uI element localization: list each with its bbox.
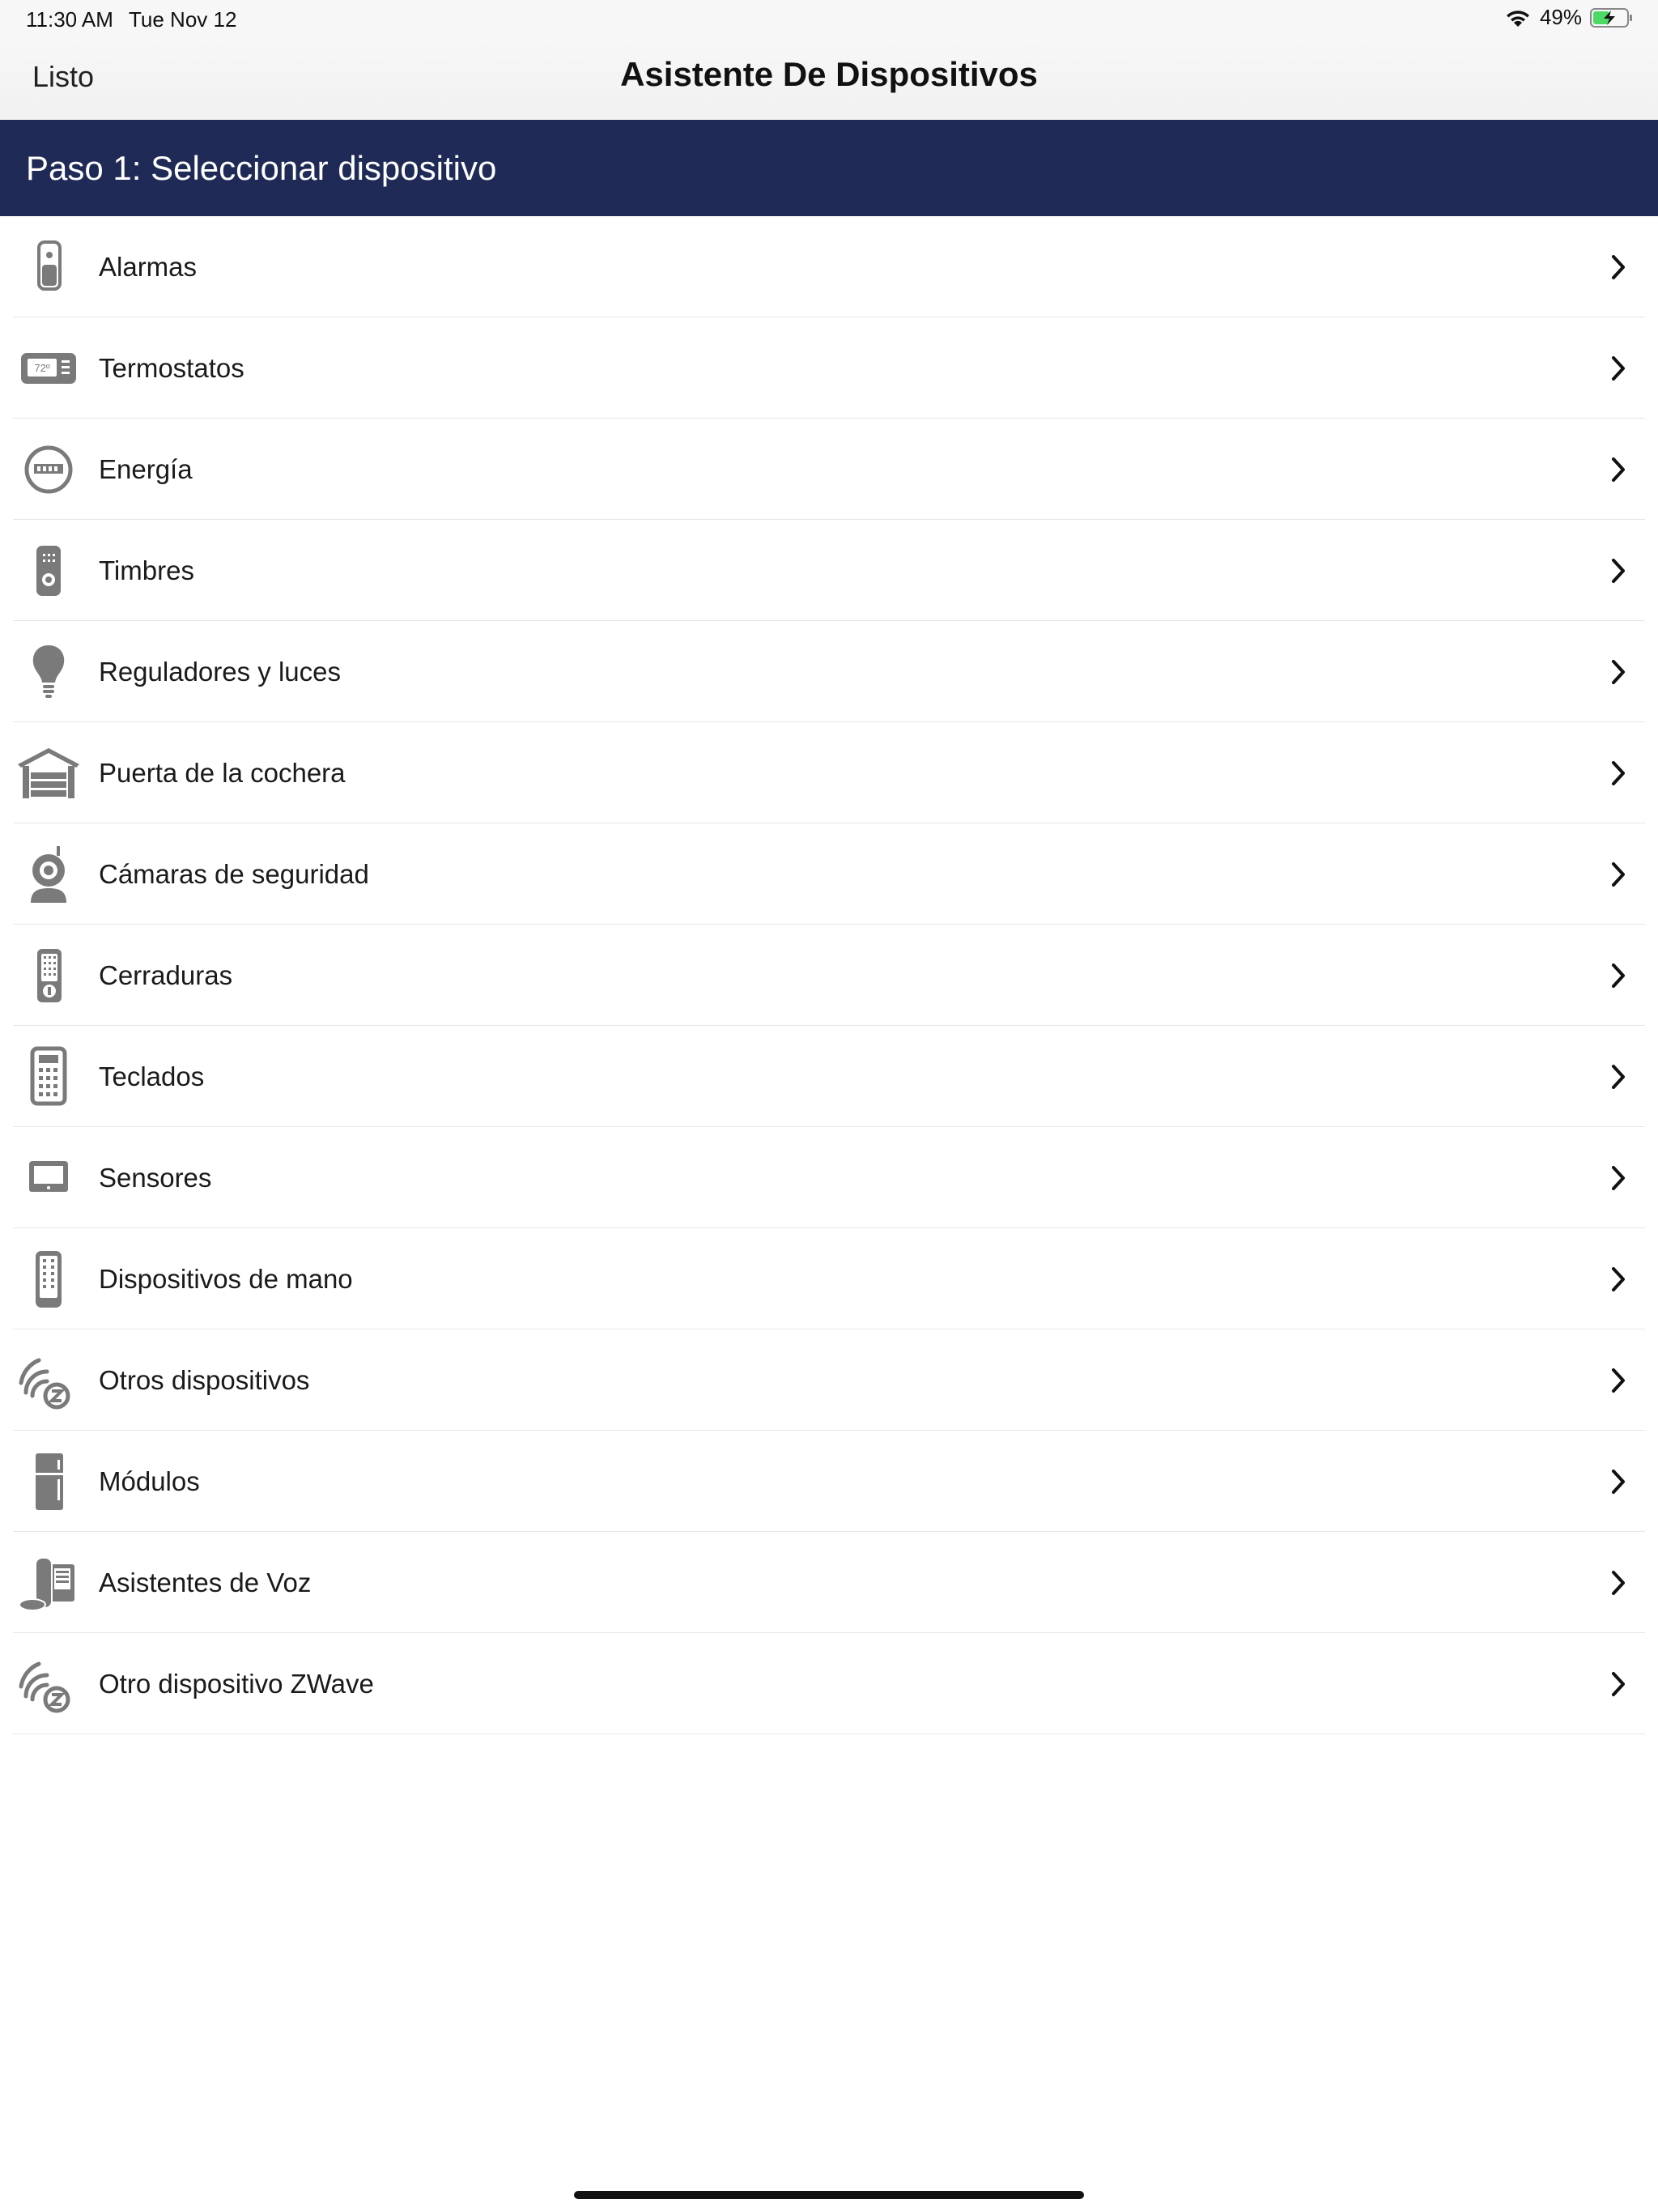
device-row-asistentes-de-voz[interactable]: Asistentes de Voz	[13, 1532, 1645, 1633]
chevron-right-icon	[1609, 962, 1627, 989]
chevron-right-icon	[1609, 1164, 1627, 1192]
device-label: Energía	[99, 454, 193, 484]
device-label: Cerraduras	[99, 960, 233, 990]
device-row-energia[interactable]: Energía	[13, 419, 1645, 520]
keypad-icon	[16, 1044, 81, 1108]
status-date: Tue Nov 12	[129, 7, 237, 32]
alarm-keypad-icon	[16, 234, 81, 299]
thermostat-icon: 72º	[16, 335, 81, 400]
doorbell-icon	[16, 538, 81, 602]
wifi-icon	[1506, 10, 1529, 27]
status-indicators: 49%	[1504, 5, 1634, 30]
device-label: Termostatos	[99, 353, 244, 383]
device-row-timbres[interactable]: Timbres	[13, 520, 1645, 621]
light-bulb-icon	[16, 639, 81, 704]
door-lock-icon	[16, 942, 81, 1007]
device-label: Dispositivos de mano	[99, 1264, 353, 1294]
chevron-right-icon	[1609, 1266, 1627, 1293]
device-row-camaras-de-seguridad[interactable]: Cámaras de seguridad	[13, 823, 1645, 925]
zwave-icon	[16, 1347, 81, 1412]
voice-assistant-icon	[16, 1550, 81, 1614]
device-row-otro-dispositivo-zwave[interactable]: Otro dispositivo ZWave	[13, 1633, 1645, 1734]
svg-text:72º: 72º	[34, 362, 49, 374]
device-row-alarmas[interactable]: Alarmas	[13, 216, 1645, 317]
device-label: Reguladores y luces	[99, 657, 341, 687]
chevron-right-icon	[1609, 658, 1627, 686]
device-label: Cámaras de seguridad	[99, 859, 369, 889]
device-label: Otro dispositivo ZWave	[99, 1669, 374, 1699]
chevron-right-icon	[1609, 759, 1627, 787]
step-title: Paso 1: Seleccionar dispositivo	[26, 149, 497, 187]
status-bar: 11:30 AM Tue Nov 12 49%	[0, 0, 1658, 39]
chevron-right-icon	[1609, 557, 1627, 585]
device-row-otros-dispositivos[interactable]: Otros dispositivos	[13, 1329, 1645, 1431]
home-indicator[interactable]	[574, 2191, 1084, 2199]
device-label: Módulos	[99, 1466, 200, 1496]
garage-door-icon	[16, 740, 81, 805]
chevron-right-icon	[1609, 456, 1627, 483]
chevron-right-icon	[1609, 861, 1627, 888]
device-label: Asistentes de Voz	[99, 1568, 312, 1597]
battery-charging-icon	[1590, 7, 1632, 28]
device-label: Timbres	[99, 555, 194, 585]
device-list: Alarmas 72º Termostatos Energía Timbres Regul…	[0, 216, 1658, 1734]
energy-meter-icon	[16, 436, 81, 501]
device-label: Alarmas	[99, 252, 198, 282]
navigation-bar: Listo Asistente De Dispositivos	[0, 39, 1658, 121]
device-label: Sensores	[99, 1163, 212, 1193]
device-label: Puerta de la cochera	[99, 758, 346, 788]
device-row-teclados[interactable]: Teclados	[13, 1026, 1645, 1127]
device-row-dispositivos-de-mano[interactable]: Dispositivos de mano	[13, 1228, 1645, 1329]
page-title: Asistente De Dispositivos	[620, 55, 1038, 93]
handheld-remote-icon	[16, 1246, 81, 1311]
device-label: Otros dispositivos	[99, 1365, 310, 1395]
chevron-right-icon	[1609, 253, 1627, 281]
zwave-icon	[16, 1651, 81, 1716]
device-row-sensores[interactable]: Sensores	[13, 1127, 1645, 1228]
security-camera-icon	[16, 841, 81, 906]
device-row-reguladores-y-luces[interactable]: Reguladores y luces	[13, 621, 1645, 722]
battery-percent: 49%	[1539, 5, 1582, 29]
device-row-puerta-de-la-cochera[interactable]: Puerta de la cochera	[13, 722, 1645, 823]
chevron-right-icon	[1609, 1670, 1627, 1698]
chevron-right-icon	[1609, 1468, 1627, 1495]
refrigerator-module-icon	[16, 1448, 81, 1513]
chevron-right-icon	[1609, 1569, 1627, 1597]
device-label: Teclados	[99, 1061, 205, 1091]
chevron-right-icon	[1609, 1367, 1627, 1394]
device-row-modulos[interactable]: Módulos	[13, 1431, 1645, 1532]
device-row-cerraduras[interactable]: Cerraduras	[13, 925, 1645, 1026]
device-row-termostatos[interactable]: 72º Termostatos	[13, 317, 1645, 419]
chevron-right-icon	[1609, 355, 1627, 382]
status-time: 11:30 AM	[26, 7, 113, 32]
sensor-icon	[16, 1145, 81, 1210]
step-header: Paso 1: Seleccionar dispositivo	[0, 120, 1658, 216]
chevron-right-icon	[1609, 1063, 1627, 1091]
